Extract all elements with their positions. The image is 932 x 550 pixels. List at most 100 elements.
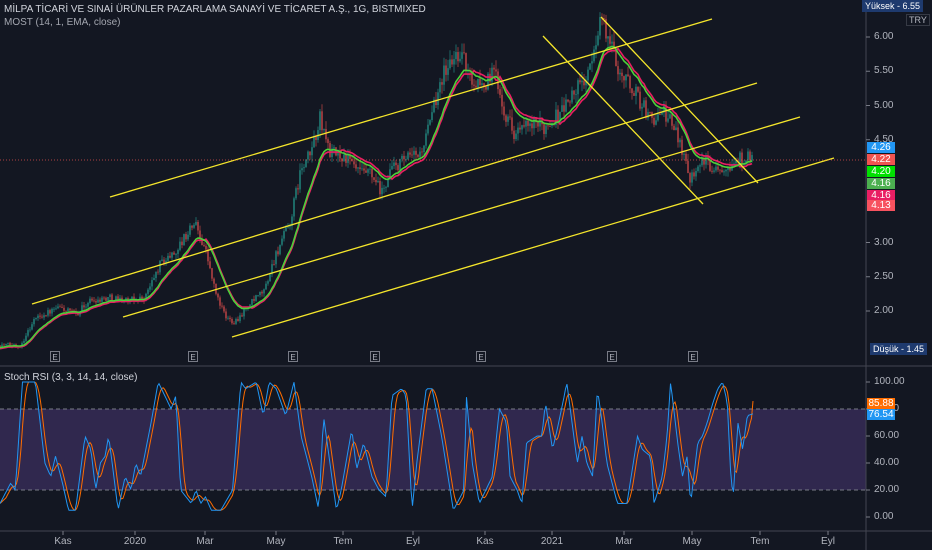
chart-canvas[interactable] <box>0 0 932 550</box>
candle-down <box>495 69 497 72</box>
earnings-marker[interactable]: E <box>688 351 698 362</box>
candle-up <box>447 68 449 75</box>
candle-up <box>319 111 321 131</box>
candle-up <box>81 305 83 312</box>
price-axis-label: 6.00 <box>874 31 894 42</box>
chart-title: MİLPA TİCARİ VE SINAİ ÜRÜNLER PAZARLAMA … <box>4 4 426 15</box>
candle-up <box>323 129 325 131</box>
candle-up <box>565 99 567 112</box>
candle-up <box>7 342 9 344</box>
candle-up <box>267 281 269 284</box>
earnings-marker[interactable]: E <box>50 351 60 362</box>
candle-down <box>141 296 143 299</box>
candle-down <box>719 169 721 171</box>
candle-down <box>513 130 515 140</box>
candle-up <box>581 80 583 83</box>
candle-up <box>561 105 563 112</box>
candle-up <box>195 221 197 225</box>
candle-up <box>599 17 601 36</box>
time-axis-label: Kas <box>476 536 494 547</box>
candle-up <box>481 83 483 86</box>
time-axis-label: Kas <box>54 536 72 547</box>
candle-down <box>219 297 221 306</box>
candle-up <box>591 61 593 64</box>
candle-up <box>51 308 53 314</box>
time-axis-label: 2020 <box>123 536 147 547</box>
candle-down <box>493 67 495 70</box>
candle-down <box>567 99 569 102</box>
candle-down <box>261 291 263 294</box>
candle-down <box>221 305 223 307</box>
earnings-marker[interactable]: E <box>188 351 198 362</box>
candle-up <box>587 69 589 81</box>
candle-down <box>659 114 661 115</box>
most-legend[interactable]: MOST (14, 1, EMA, close) <box>4 17 121 28</box>
price-tag: 4.22 <box>867 154 895 165</box>
candle-up <box>675 127 677 131</box>
candle-down <box>501 94 503 107</box>
candle-down <box>465 53 467 72</box>
candle-down <box>373 177 375 180</box>
candle-down <box>9 342 11 346</box>
earnings-marker[interactable]: E <box>370 351 380 362</box>
candle-up <box>131 296 133 299</box>
low-label: Düşük <box>873 344 899 354</box>
time-axis-label: May <box>266 536 286 547</box>
price-tag: 4.26 <box>867 142 895 153</box>
candle-down <box>519 127 521 130</box>
candle-down <box>353 161 355 165</box>
candle-down <box>327 139 329 144</box>
candle-down <box>473 84 475 86</box>
candle-up <box>367 169 369 173</box>
earnings-marker[interactable]: E <box>476 351 486 362</box>
candle-up <box>655 120 657 125</box>
candle-down <box>475 85 477 88</box>
candle-up <box>357 167 359 169</box>
earnings-marker[interactable]: E <box>288 351 298 362</box>
candle-up <box>383 187 385 189</box>
candle-down <box>231 318 233 324</box>
candle-up <box>255 295 257 301</box>
candle-up <box>295 188 297 199</box>
candle-up <box>179 241 181 250</box>
candle-down <box>83 305 85 308</box>
candle-down <box>91 298 93 301</box>
candle-down <box>569 101 571 103</box>
earnings-marker[interactable]: E <box>607 351 617 362</box>
candle-up <box>27 330 29 336</box>
time-axis-label: Tem <box>333 536 353 547</box>
candle-up <box>539 118 541 127</box>
candle-up <box>751 155 753 161</box>
candle-up <box>683 153 685 155</box>
candle-up <box>517 127 519 134</box>
candle-down <box>65 310 67 312</box>
candle-down <box>99 299 101 302</box>
candle-down <box>677 127 679 143</box>
candle-up <box>377 181 379 183</box>
candle-up <box>515 133 517 140</box>
candle-down <box>69 308 71 311</box>
candle-up <box>443 65 445 85</box>
candle-down <box>253 299 255 301</box>
candle-down <box>527 120 529 126</box>
candle-down <box>503 106 505 116</box>
candle-down <box>409 152 411 155</box>
candle-up <box>431 112 433 121</box>
candle-up <box>661 112 663 115</box>
price-axis-label: 5.50 <box>874 65 894 77</box>
stoch-legend[interactable]: Stoch RSI (3, 3, 14, 14, close) <box>4 372 137 383</box>
candle-down <box>95 301 97 303</box>
candle-up <box>545 125 547 134</box>
candle-up <box>407 152 409 160</box>
candle-down <box>105 297 107 301</box>
candle-up <box>399 158 401 171</box>
candle-up <box>423 145 425 153</box>
candle-up <box>641 106 643 109</box>
candle-up <box>189 225 191 235</box>
stoch-k-tag: 76.54 <box>867 409 895 420</box>
candle-up <box>89 298 91 303</box>
candle-up <box>259 291 261 296</box>
candle-down <box>479 78 481 86</box>
candle-down <box>49 310 51 314</box>
candle-down <box>633 93 635 96</box>
